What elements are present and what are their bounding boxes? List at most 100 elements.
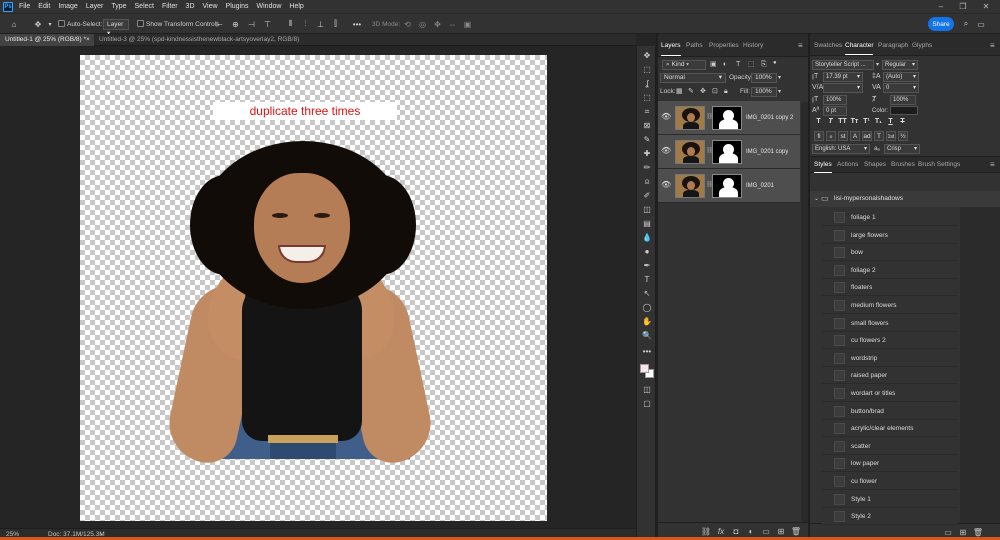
move-tool-icon[interactable]: ✥ <box>639 50 655 62</box>
tab-untitled-3[interactable]: Untitled-3 @ 25% (spd-kindnessisthenewbl… <box>94 34 300 55</box>
hand-tool-icon[interactable]: ✋ <box>639 316 655 328</box>
layer-name[interactable]: IMG_0201 copy 2 <box>746 101 793 135</box>
tab-glyphs[interactable]: Glyphs <box>912 40 932 52</box>
layer-mask-thumbnail[interactable] <box>712 174 742 198</box>
visibility-eye-icon[interactable]: 👁︎ <box>661 112 671 122</box>
layer-filter-select[interactable]: ⌕ Kind ▾ <box>662 60 706 70</box>
shape-tool-icon[interactable]: ◯ <box>639 302 655 314</box>
lock-artboard-icon[interactable]: ⊡ <box>712 87 718 97</box>
baseline-shift-input[interactable]: 0 pt <box>823 106 847 116</box>
menu-select[interactable]: Select <box>135 3 154 10</box>
panel-menu-icon[interactable]: ≡ <box>990 40 995 52</box>
style-item[interactable]: button/brad <box>822 402 958 420</box>
blur-tool-icon[interactable]: 💧 <box>639 232 655 244</box>
tool-preset-chevron-icon[interactable]: ▾ <box>46 17 54 31</box>
align-right-icon[interactable]: ⊣ <box>246 17 257 31</box>
filter-smart-object-icon[interactable]: ⎘ <box>761 60 767 70</box>
stylistic-alternates-button[interactable]: ad <box>862 131 872 141</box>
distribute-icon[interactable]: ⫴ <box>285 17 296 31</box>
style-item[interactable]: wordart or titles <box>822 385 958 402</box>
align-center-h-icon[interactable]: ⊕ <box>230 17 241 31</box>
menu-3d[interactable]: 3D <box>186 3 195 10</box>
style-item[interactable]: raised paper <box>822 367 958 385</box>
layer-mask-thumbnail[interactable] <box>712 140 742 164</box>
frame-tool-icon[interactable]: ⊠ <box>639 120 655 132</box>
filter-shape-icon[interactable]: ⬚ <box>748 60 755 70</box>
fractions-button[interactable]: ½ <box>898 131 908 141</box>
tab-paths[interactable]: Paths <box>686 40 703 52</box>
tab-styles[interactable]: Styles <box>814 159 832 171</box>
style-item[interactable]: low paper <box>822 455 958 473</box>
filter-adjustment-icon[interactable]: ◐ <box>723 60 727 70</box>
font-style-select[interactable]: Regular ▾ <box>882 60 918 70</box>
style-item[interactable]: large flowers <box>822 226 958 244</box>
lock-position-icon[interactable]: ✥ <box>700 87 706 97</box>
distribute-spacing-icon[interactable]: ⫿ <box>330 17 341 31</box>
opacity-input[interactable]: 100% <box>751 73 777 83</box>
style-group-row[interactable]: ⌄ ▭ lisi-mypersonalshadows <box>810 191 1000 207</box>
workspace-icon[interactable]: ▭ <box>975 17 987 31</box>
lasso-tool-icon[interactable]: ʆ <box>639 78 655 90</box>
style-item[interactable]: Style 2 <box>822 508 958 526</box>
tab-actions[interactable]: Actions <box>837 159 858 171</box>
menu-help[interactable]: Help <box>289 3 303 10</box>
faux-bold-button[interactable]: T <box>814 117 823 127</box>
menu-file[interactable]: File <box>19 3 30 10</box>
3d-roll-icon[interactable]: ◎ <box>417 17 428 31</box>
vertical-scale-input[interactable]: 100% <box>823 95 847 105</box>
eraser-tool-icon[interactable]: ◫ <box>639 204 655 216</box>
share-button[interactable]: Share <box>928 17 954 31</box>
lock-pixels-icon[interactable]: ✎ <box>688 87 694 97</box>
layers-scrollbar[interactable] <box>801 102 808 522</box>
menu-type[interactable]: Type <box>111 3 126 10</box>
font-family-chevron-icon[interactable]: ▾ <box>876 60 879 70</box>
style-item[interactable]: cu flower <box>822 473 958 490</box>
style-item[interactable]: wordstrip <box>822 349 958 367</box>
search-icon[interactable]: ⌕ <box>960 17 972 31</box>
fill-input[interactable]: 100% <box>751 87 777 97</box>
style-item[interactable]: small flowers <box>822 314 958 332</box>
faux-italic-button[interactable]: T <box>826 117 835 127</box>
eyedropper-tool-icon[interactable]: ✎ <box>639 134 655 146</box>
subscript-button[interactable]: T₁ <box>874 117 883 127</box>
document-canvas[interactable]: duplicate three times <box>80 55 547 521</box>
object-select-tool-icon[interactable]: ⬚ <box>639 92 655 104</box>
tab-swatches[interactable]: Swatches <box>814 40 842 52</box>
panel-menu-icon[interactable]: ≡ <box>798 40 803 52</box>
auto-select-target-select[interactable]: Layer ▾ <box>103 19 129 37</box>
menu-image[interactable]: Image <box>58 3 77 10</box>
ligatures-button[interactable]: fi <box>814 131 824 141</box>
auto-select-checkbox[interactable] <box>58 20 65 27</box>
move-tool-icon[interactable]: ✥ <box>30 17 46 31</box>
stamp-tool-icon[interactable]: ⍝ <box>639 176 655 188</box>
mask-link-icon[interactable]: ⛓ <box>706 113 714 122</box>
3d-drag-icon[interactable]: ✥ <box>432 17 443 31</box>
font-family-select[interactable]: Storyteller Script ... <box>812 60 874 70</box>
menu-filter[interactable]: Filter <box>162 3 178 10</box>
align-left-icon[interactable]: ⊢ <box>214 17 225 31</box>
crop-tool-icon[interactable]: ⌗ <box>639 106 655 118</box>
layer-mask-thumbnail[interactable] <box>712 106 742 130</box>
healing-tool-icon[interactable]: ✚ <box>639 148 655 160</box>
dodge-tool-icon[interactable]: ● <box>639 246 655 258</box>
fill-chevron-icon[interactable]: ▾ <box>778 87 781 97</box>
lock-transparent-icon[interactable]: ▦ <box>676 87 683 97</box>
layer-row[interactable]: 👁︎ ⛓ IMG_0201 <box>658 169 800 203</box>
tab-close-icon[interactable]: × <box>86 34 90 46</box>
foreground-color-swatch[interactable] <box>640 364 649 373</box>
zoom-tool-icon[interactable]: 🔍 <box>639 330 655 342</box>
layer-row[interactable]: 👁︎ ⛓ IMG_0201 copy 2 <box>658 101 800 135</box>
font-size-input[interactable]: 17.39 pt ▾ <box>823 72 863 82</box>
minimize-icon[interactable]: – <box>930 0 952 13</box>
ordinals-button[interactable]: 1st <box>886 131 896 141</box>
antialias-select[interactable]: Crisp ▾ <box>884 144 920 154</box>
mask-link-icon[interactable]: ⛓ <box>706 181 714 190</box>
visibility-eye-icon[interactable]: 👁︎ <box>661 146 671 156</box>
all-caps-button[interactable]: TT <box>838 117 847 127</box>
style-item[interactable]: bow <box>822 244 958 262</box>
style-item[interactable]: Style 1 <box>822 490 958 508</box>
align-bottom-icon[interactable]: ⊥ <box>315 17 326 31</box>
tab-brush-settings[interactable]: Brush Settings <box>918 159 960 171</box>
tab-character[interactable]: Character <box>845 40 874 52</box>
type-tool-icon[interactable]: T <box>639 274 655 286</box>
